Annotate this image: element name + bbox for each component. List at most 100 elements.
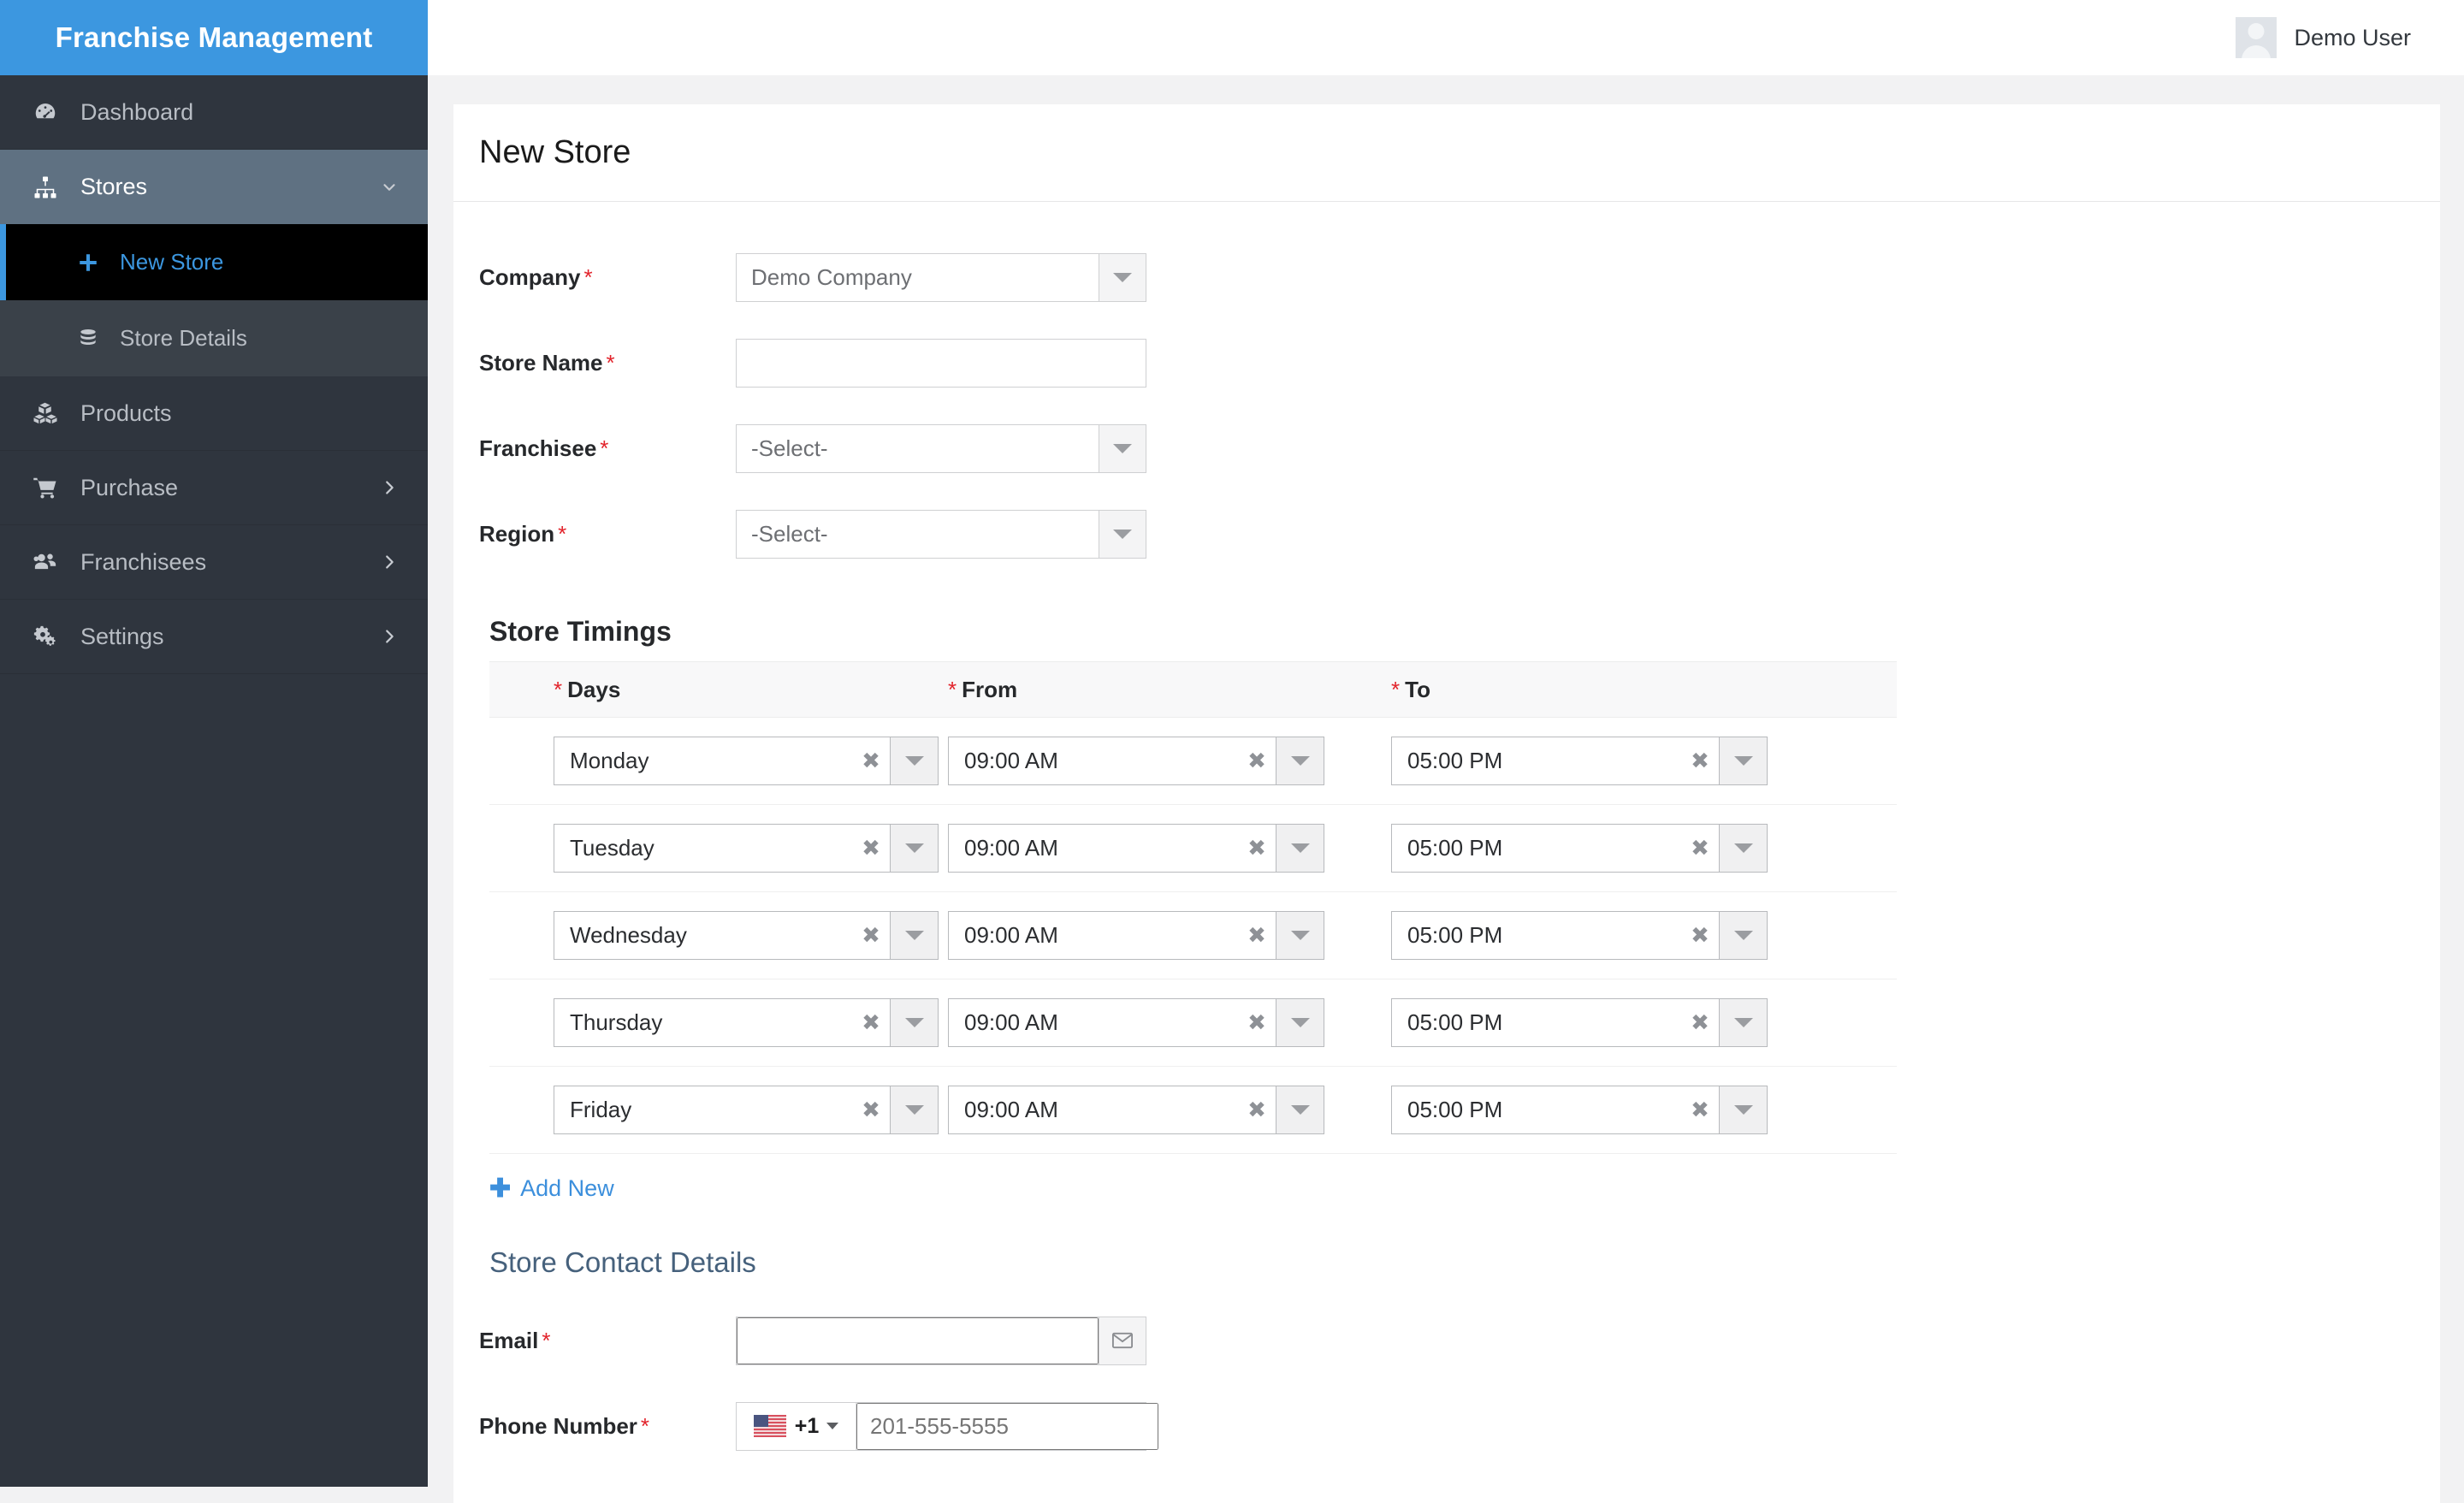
sidebar-item-dashboard[interactable]: Dashboard	[0, 75, 428, 150]
column-header-to: * To	[1391, 676, 1430, 702]
sitemap-icon	[33, 175, 80, 200]
sidebar-item-label: Stores	[80, 174, 148, 199]
to-time-toggle[interactable]	[1719, 999, 1767, 1046]
us-flag-icon	[753, 1415, 786, 1437]
clear-icon[interactable]: ✖	[1238, 912, 1276, 959]
sidebar-item-store-details[interactable]: Store Details	[0, 300, 428, 376]
avatar[interactable]	[2236, 17, 2277, 58]
sidebar-item-products[interactable]: Products	[0, 376, 428, 451]
add-new-button[interactable]: ✚ Add New	[489, 1175, 614, 1202]
user-name[interactable]: Demo User	[2294, 25, 2411, 51]
email-input[interactable]	[737, 1317, 1099, 1364]
from-time-select[interactable]: 09:00 AM ✖	[948, 911, 1324, 960]
clear-icon[interactable]: ✖	[1681, 825, 1719, 872]
sidebar-item-new-store[interactable]: New Store	[0, 224, 428, 300]
clear-icon[interactable]: ✖	[852, 912, 890, 959]
from-time-select[interactable]: 09:00 AM ✖	[948, 824, 1324, 873]
company-select[interactable]: Demo Company	[736, 252, 1146, 302]
from-time-toggle[interactable]	[1276, 737, 1324, 784]
card-body: Company * Demo Company Store Name * Franch…	[453, 202, 2440, 1503]
clear-icon[interactable]: ✖	[1238, 737, 1276, 784]
phone-input[interactable]	[856, 1402, 1158, 1450]
form-row-company: Company * Demo Company	[479, 234, 2414, 320]
chevron-down-icon	[1290, 756, 1310, 766]
region-label: Region *	[479, 520, 567, 547]
clear-icon[interactable]: ✖	[852, 1086, 890, 1133]
clear-icon[interactable]: ✖	[1238, 999, 1276, 1046]
sidebar-item-settings[interactable]: Settings	[0, 600, 428, 674]
day-select-toggle[interactable]	[890, 999, 938, 1046]
clear-icon[interactable]: ✖	[1681, 912, 1719, 959]
to-time-toggle[interactable]	[1719, 912, 1767, 959]
sidebar-item-purchase[interactable]: Purchase	[0, 451, 428, 525]
day-select[interactable]: Wednesday ✖	[554, 911, 939, 960]
from-time-select[interactable]: 09:00 AM ✖	[948, 737, 1324, 785]
required-marker: *	[554, 676, 563, 702]
clear-icon[interactable]: ✖	[1238, 1086, 1276, 1133]
from-time-toggle[interactable]	[1276, 825, 1324, 872]
to-time-toggle[interactable]	[1719, 1086, 1767, 1133]
to-time-value: 05:00 PM	[1407, 748, 1503, 773]
phone-label: Phone Number *	[479, 1412, 650, 1439]
company-select-toggle[interactable]	[1099, 253, 1146, 301]
franchisee-select[interactable]: -Select-	[736, 423, 1146, 473]
from-time-value: 09:00 AM	[964, 835, 1058, 861]
phone-field-group: +1	[736, 1401, 1158, 1451]
from-time-value: 09:00 AM	[964, 922, 1058, 948]
day-select[interactable]: Thursday ✖	[554, 998, 939, 1047]
to-time-toggle[interactable]	[1719, 737, 1767, 784]
from-time-value: 09:00 AM	[964, 1097, 1058, 1122]
day-select-toggle[interactable]	[890, 912, 938, 959]
franchisee-select-value: -Select-	[751, 435, 828, 461]
store-timings-heading: Store Timings	[489, 616, 672, 647]
from-time-toggle[interactable]	[1276, 1086, 1324, 1133]
day-select-toggle[interactable]	[890, 1086, 938, 1133]
to-time-select[interactable]: 05:00 PM ✖	[1391, 1086, 1768, 1134]
day-select-value: Thursday	[570, 1009, 663, 1035]
required-marker: *	[542, 1327, 551, 1353]
to-time-select[interactable]: 05:00 PM ✖	[1391, 824, 1768, 873]
day-select[interactable]: Monday ✖	[554, 737, 939, 785]
sidebar-item-stores[interactable]: Stores	[0, 150, 428, 224]
clear-icon[interactable]: ✖	[852, 999, 890, 1046]
form-row-store-name: Store Name *	[479, 320, 2414, 405]
envelope-icon[interactable]	[1099, 1317, 1146, 1364]
clear-icon[interactable]: ✖	[1681, 1086, 1719, 1133]
chevron-down-icon	[1290, 1018, 1310, 1027]
sidebar-item-franchisees[interactable]: Franchisees	[0, 525, 428, 600]
chevron-down-icon	[1290, 843, 1310, 853]
region-select-toggle[interactable]	[1099, 510, 1146, 558]
from-time-toggle[interactable]	[1276, 999, 1324, 1046]
franchisee-select-toggle[interactable]	[1099, 424, 1146, 472]
day-select-toggle[interactable]	[890, 737, 938, 784]
clear-icon[interactable]: ✖	[852, 737, 890, 784]
to-time-toggle[interactable]	[1719, 825, 1767, 872]
country-code-selector[interactable]: +1	[737, 1402, 856, 1450]
page-title: New Store	[479, 134, 631, 170]
required-marker: *	[558, 520, 567, 547]
to-time-select[interactable]: 05:00 PM ✖	[1391, 911, 1768, 960]
clear-icon[interactable]: ✖	[852, 825, 890, 872]
chevron-down-icon	[1113, 529, 1132, 539]
from-time-toggle[interactable]	[1276, 912, 1324, 959]
sidebar: Franchise Management Dashboard Stores Ne…	[0, 0, 428, 1487]
sidebar-item-label: Products	[80, 399, 172, 426]
region-select-value: -Select-	[751, 520, 828, 547]
users-icon	[33, 549, 80, 575]
from-time-select[interactable]: 09:00 AM ✖	[948, 998, 1324, 1047]
clear-icon[interactable]: ✖	[1238, 825, 1276, 872]
chevron-down-icon	[380, 178, 399, 197]
to-time-select[interactable]: 05:00 PM ✖	[1391, 998, 1768, 1047]
clear-icon[interactable]: ✖	[1681, 737, 1719, 784]
clear-icon[interactable]: ✖	[1681, 999, 1719, 1046]
from-time-select[interactable]: 09:00 AM ✖	[948, 1086, 1324, 1134]
country-code-value: +1	[794, 1413, 820, 1438]
to-time-select[interactable]: 05:00 PM ✖	[1391, 737, 1768, 785]
store-name-input[interactable]	[736, 338, 1146, 388]
region-select[interactable]: -Select-	[736, 509, 1146, 559]
chevron-right-icon	[380, 478, 399, 497]
from-time-value: 09:00 AM	[964, 748, 1058, 773]
day-select-toggle[interactable]	[890, 825, 938, 872]
day-select[interactable]: Friday ✖	[554, 1086, 939, 1134]
day-select[interactable]: Tuesday ✖	[554, 824, 939, 873]
